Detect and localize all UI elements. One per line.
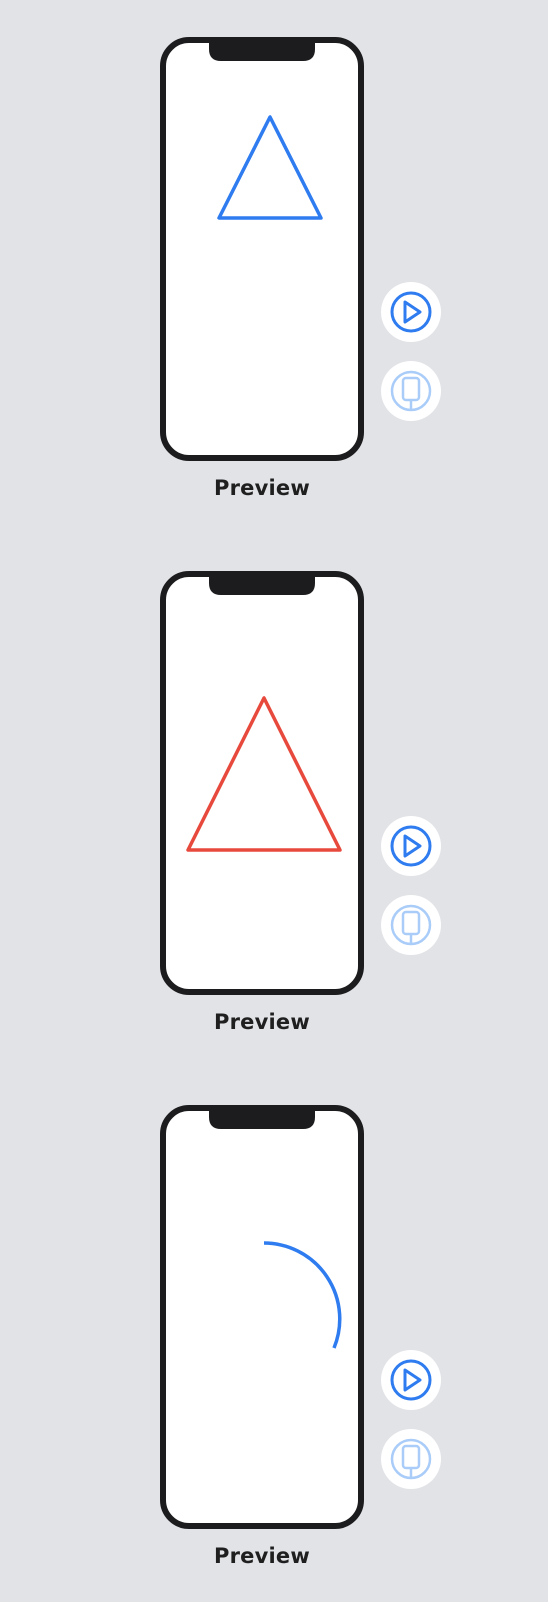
preview-label: Preview (214, 1544, 310, 1568)
phone-frame (160, 571, 364, 995)
preview-on-device-button[interactable] (381, 361, 441, 421)
device-icon (390, 1438, 432, 1480)
phone-notch (209, 576, 315, 595)
play-circle-icon (390, 825, 432, 867)
phone-notch (209, 42, 315, 61)
device-icon (390, 370, 432, 412)
device-icon (390, 904, 432, 946)
preview-label: Preview (214, 1010, 310, 1034)
preview-on-device-button[interactable] (381, 895, 441, 955)
preview-on-device-button[interactable] (381, 1429, 441, 1489)
preview-label: Preview (214, 476, 310, 500)
phone-frame (160, 37, 364, 461)
preview-card-3: Preview (0, 1068, 548, 1602)
phone-frame (160, 1105, 364, 1529)
live-preview-button[interactable] (381, 1350, 441, 1410)
live-preview-button[interactable] (381, 816, 441, 876)
play-circle-icon (390, 1359, 432, 1401)
live-preview-button[interactable] (381, 282, 441, 342)
preview-card-1: Preview (0, 0, 548, 534)
preview-card-2: Preview (0, 534, 548, 1068)
phone-notch (209, 1110, 315, 1129)
play-circle-icon (390, 291, 432, 333)
